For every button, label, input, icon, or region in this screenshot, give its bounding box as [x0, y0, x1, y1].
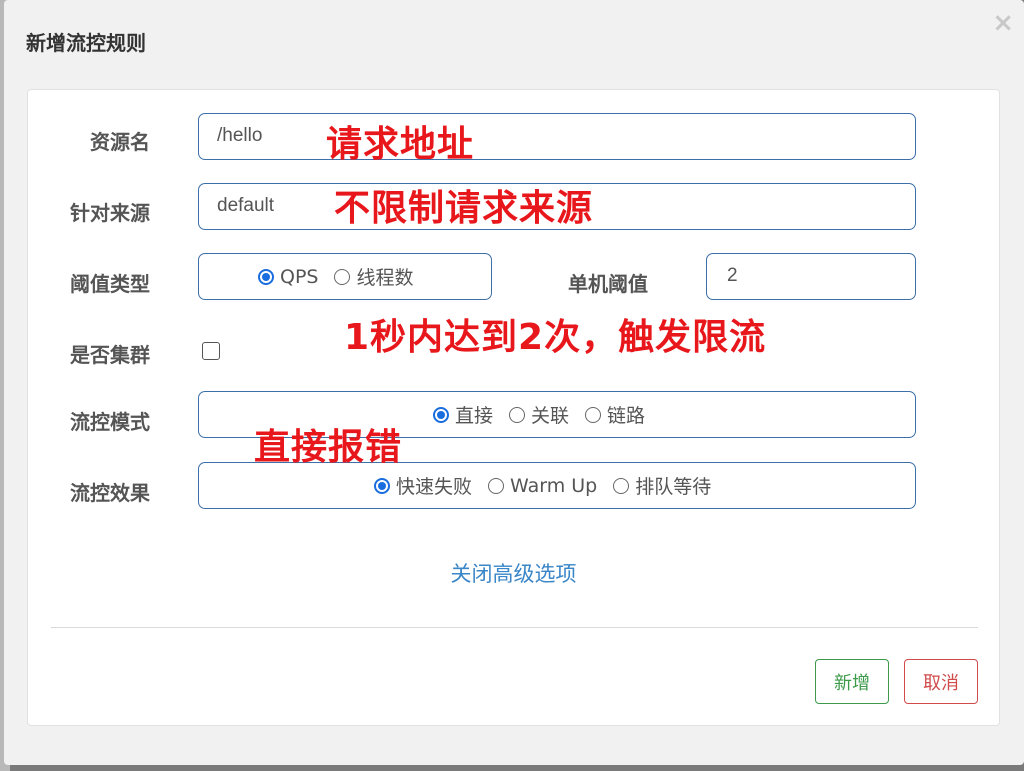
behavior-option-warm-up[interactable]: Warm Up [488, 475, 597, 497]
cluster-checkbox[interactable] [202, 342, 220, 360]
grade-option-qps-label: QPS [280, 265, 319, 288]
strategy-label: 流控模式 [70, 410, 150, 434]
threshold-input[interactable]: 2 [706, 253, 916, 300]
radio-checked-icon [258, 268, 274, 285]
radio-checked-icon [374, 477, 390, 494]
strategy-option-chain[interactable]: 链路 [585, 401, 645, 428]
radio-unchecked-icon [613, 477, 630, 494]
behavior-option-fast-fail-label: 快速失败 [396, 476, 473, 498]
annotation-origin: 不限制请求来源 [334, 188, 594, 229]
cluster-label: 是否集群 [70, 343, 150, 367]
strategy-option-direct[interactable]: 直接 [433, 401, 493, 428]
dialog-title: 新增流控规则 [26, 31, 146, 55]
close-icon[interactable]: × [992, 10, 1014, 36]
radio-unchecked-icon [488, 477, 505, 494]
behavior-option-fast-fail[interactable]: 快速失败 [374, 472, 472, 499]
origin-label: 针对来源 [70, 201, 150, 225]
behavior-option-queue-label: 排队等待 [635, 476, 712, 498]
radio-unchecked-icon [585, 406, 602, 423]
resource-input[interactable]: /hello [198, 113, 916, 160]
resource-label: 资源名 [90, 130, 150, 154]
grade-radio-group: QPS 线程数 [198, 253, 492, 300]
annotation-strategy: 直接报错 [254, 427, 403, 468]
annotation-threshold: 1秒内达到2次，触发限流 [344, 317, 767, 358]
grade-option-qps[interactable]: QPS [258, 266, 318, 288]
cancel-button[interactable]: 取消 [904, 659, 978, 704]
strategy-option-chain-label: 链路 [607, 405, 646, 427]
threshold-label: 单机阈值 [568, 272, 648, 296]
behavior-option-queue[interactable]: 排队等待 [613, 472, 711, 499]
grade-label: 阈值类型 [70, 272, 150, 296]
flow-rule-dialog: 新增流控规则 × 资源名 /hello 针对来源 default 阈值类型 QP… [4, 0, 1024, 765]
radio-checked-icon [433, 406, 449, 423]
toggle-advanced-link[interactable]: 关闭高级选项 [28, 558, 999, 588]
behavior-option-warm-up-label: Warm Up [510, 474, 598, 497]
resource-value: /hello [217, 125, 263, 146]
radio-unchecked-icon [509, 406, 526, 423]
form-panel: 资源名 /hello 针对来源 default 阈值类型 QPS 线程数 单机阈… [27, 89, 1000, 726]
radio-unchecked-icon [334, 268, 351, 285]
grade-option-thread[interactable]: 线程数 [334, 263, 414, 290]
grade-option-thread-label: 线程数 [356, 267, 414, 289]
divider [51, 627, 978, 628]
behavior-label: 流控效果 [70, 481, 150, 505]
origin-value: default [217, 195, 275, 216]
threshold-value: 2 [727, 265, 738, 286]
strategy-option-direct-label: 直接 [455, 405, 494, 427]
add-button[interactable]: 新增 [815, 659, 889, 704]
strategy-option-relate-label: 关联 [531, 405, 570, 427]
strategy-option-relate[interactable]: 关联 [509, 401, 569, 428]
annotation-resource: 请求地址 [326, 124, 475, 165]
